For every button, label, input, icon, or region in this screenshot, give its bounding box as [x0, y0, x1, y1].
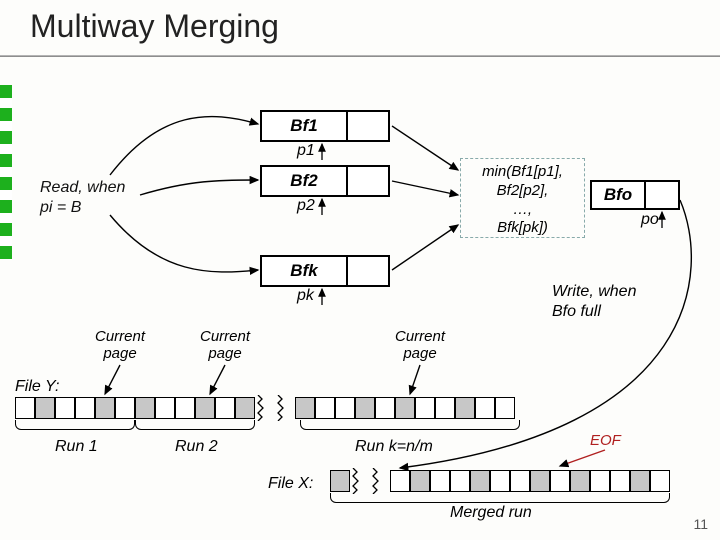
run-1-label: Run 1 — [55, 438, 98, 456]
file-x-blocks — [330, 470, 670, 492]
pointer-po-label: po — [641, 211, 659, 229]
min-line-1: min(Bf1[p1], — [482, 163, 563, 180]
min-line-3: …, — [513, 201, 532, 218]
buffer-bfo-slot — [646, 182, 678, 208]
buffer-bfo-label: Bfo — [592, 182, 646, 208]
run-2-label: Run 2 — [175, 438, 218, 456]
merged-run-label: Merged run — [450, 504, 532, 522]
buffer-bf1: Bf1 — [260, 110, 390, 142]
read-line-1: Read, when — [40, 179, 125, 196]
buffer-bf1-slot — [348, 112, 388, 140]
slide-title: Multiway Merging — [30, 8, 279, 45]
pointer-p1-label: p1 — [297, 142, 315, 160]
min-expression-box: min(Bf1[p1], Bf2[p2], …, Bfk[pk]) — [460, 158, 585, 238]
file-y-label: File Y: — [15, 378, 59, 396]
current-page-label-2: Currentpage — [200, 328, 250, 363]
current-page-label-1: Currentpage — [95, 328, 145, 363]
buffer-bfk: Bfk — [260, 255, 390, 287]
brace-merged — [330, 493, 670, 503]
buffer-bf2-label: Bf2 — [262, 167, 348, 195]
brace-run2 — [135, 420, 255, 430]
buffer-bfk-label: Bfk — [262, 257, 348, 285]
buffer-bf2-slot — [348, 167, 388, 195]
eof-label: EOF — [590, 432, 621, 449]
read-line-2: pi = B — [40, 199, 81, 216]
write-line-2: Bfo full — [552, 303, 601, 320]
title-underline — [0, 55, 720, 57]
page-number: 11 — [693, 516, 708, 532]
write-when-label: Write, when Bfo full — [552, 282, 636, 322]
file-x-label: File X: — [268, 475, 313, 493]
brace-run1 — [15, 420, 135, 430]
pointer-pk-label: pk — [297, 287, 314, 305]
buffer-bfo: Bfo — [590, 180, 680, 210]
file-y-blocks — [15, 397, 515, 419]
buffer-bf2: Bf2 — [260, 165, 390, 197]
min-line-2: Bf2[p2], — [497, 182, 549, 199]
buffer-bf1-label: Bf1 — [262, 112, 348, 140]
read-when-label: Read, when pi = B — [40, 178, 125, 218]
buffer-bfk-slot — [348, 257, 388, 285]
write-line-1: Write, when — [552, 283, 636, 300]
pointer-p2-label: p2 — [297, 197, 315, 215]
min-line-4: Bfk[pk]) — [497, 219, 548, 236]
current-page-label-3: Currentpage — [395, 328, 445, 363]
decorative-green-bar — [0, 85, 12, 260]
run-k-label: Run k=n/m — [355, 438, 433, 456]
brace-runk — [300, 420, 520, 430]
